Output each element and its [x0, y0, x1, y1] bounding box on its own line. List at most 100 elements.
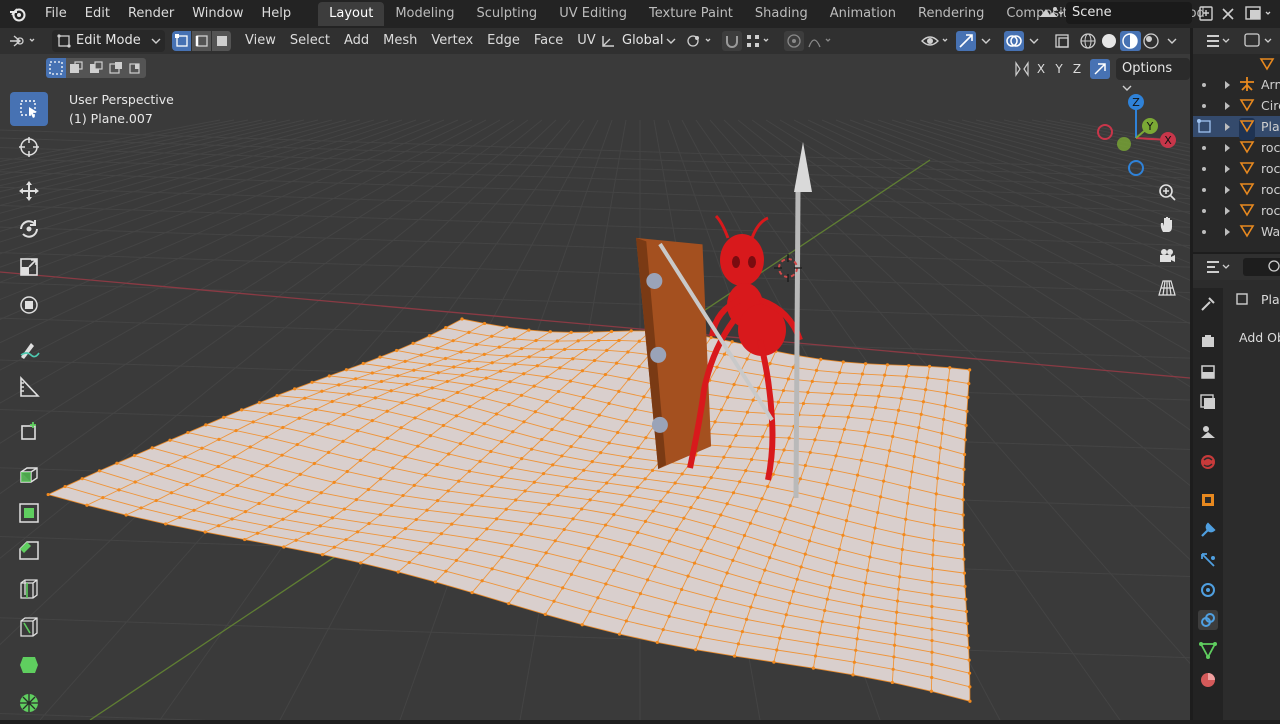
output-properties-icon[interactable] — [1198, 362, 1218, 382]
chevron-down-icon[interactable] — [1026, 31, 1042, 51]
view-layer-properties-icon[interactable] — [1198, 392, 1218, 412]
mirror-y-toggle[interactable]: Y — [1050, 59, 1068, 79]
knife-tool[interactable] — [10, 610, 48, 644]
outliner-item[interactable]: Wal — [1193, 221, 1280, 242]
outliner-item[interactable]: rock — [1193, 179, 1280, 200]
extrude-tool[interactable] — [10, 458, 48, 492]
solid-shading-icon[interactable] — [1099, 31, 1120, 51]
mode-dropdown[interactable]: Edit Mode — [52, 30, 165, 52]
cursor-tool[interactable] — [10, 130, 48, 164]
measure-tool[interactable] — [10, 370, 48, 404]
inset-tool[interactable] — [10, 496, 48, 530]
add-object-constraint-button[interactable]: Add Obj — [1239, 330, 1280, 345]
new-scene-icon[interactable] — [1194, 3, 1218, 25]
select-new-icon[interactable] — [46, 58, 66, 78]
wireframe-shading-icon[interactable] — [1078, 31, 1099, 51]
render-properties-icon[interactable] — [1198, 332, 1218, 352]
tab-animation[interactable]: Animation — [819, 2, 907, 26]
proportional-edit-icon[interactable] — [784, 31, 804, 51]
menu-face[interactable]: Face — [527, 30, 570, 52]
scene-properties-icon[interactable] — [1198, 422, 1218, 442]
data-properties-icon[interactable] — [1198, 640, 1218, 660]
blender-logo-icon[interactable] — [0, 0, 36, 28]
pivot-point-icon[interactable] — [684, 31, 716, 51]
3d-viewport[interactable]: User Perspective (1) Plane.007 X Y Z Opt… — [0, 54, 1190, 720]
mirror-icon[interactable] — [1012, 59, 1032, 79]
tab-uv-editing[interactable]: UV Editing — [548, 2, 638, 26]
transform-tool[interactable] — [10, 288, 48, 322]
view-layer-icon[interactable] — [1242, 3, 1271, 25]
annotate-tool[interactable] — [10, 332, 48, 366]
menu-add[interactable]: Add — [337, 30, 376, 52]
constraints-properties-icon[interactable] — [1198, 610, 1218, 630]
camera-view-icon[interactable] — [1153, 242, 1181, 270]
snap-toggle-icon[interactable] — [722, 31, 742, 51]
visibility-dot-icon[interactable] — [1201, 221, 1207, 248]
outliner-item[interactable]: rock — [1193, 158, 1280, 179]
mirror-x-toggle[interactable]: X — [1032, 59, 1050, 79]
menu-edit[interactable]: Edit — [76, 0, 119, 28]
snap-target-icon[interactable] — [744, 31, 774, 51]
edge-select-button[interactable] — [192, 31, 212, 51]
menu-window[interactable]: Window — [183, 0, 252, 28]
xray-toggle-icon[interactable] — [1052, 31, 1072, 51]
tab-shading[interactable]: Shading — [744, 2, 819, 26]
rendered-shading-icon[interactable] — [1141, 31, 1162, 51]
outliner-item[interactable]: Arm — [1193, 74, 1280, 95]
overlays-toggle-icon[interactable] — [1004, 31, 1024, 51]
tab-modeling[interactable]: Modeling — [384, 2, 465, 26]
navigation-gizmo[interactable]: Z X Y — [1090, 90, 1186, 180]
zoom-icon[interactable] — [1153, 178, 1181, 206]
menu-view[interactable]: View — [238, 30, 283, 52]
options-dropdown[interactable]: Options — [1116, 58, 1190, 91]
auto-merge-icon[interactable] — [1090, 59, 1110, 79]
particles-properties-icon[interactable] — [1198, 550, 1218, 570]
menu-render[interactable]: Render — [119, 0, 183, 28]
menu-file[interactable]: File — [36, 0, 76, 28]
visibility-icon[interactable] — [920, 31, 952, 51]
falloff-icon[interactable] — [806, 31, 836, 51]
scene-icon[interactable] — [1036, 3, 1064, 25]
poly-build-tool[interactable] — [10, 648, 48, 682]
tab-sculpting[interactable]: Sculpting — [465, 2, 548, 26]
select-extend-icon[interactable] — [66, 58, 86, 78]
loop-cut-tool[interactable] — [10, 572, 48, 606]
chevron-down-icon[interactable] — [1164, 31, 1180, 51]
select-box-tool[interactable] — [10, 92, 48, 126]
move-tool[interactable] — [10, 174, 48, 208]
menu-edge[interactable]: Edge — [480, 30, 527, 52]
material-properties-icon[interactable] — [1198, 670, 1218, 690]
physics-properties-icon[interactable] — [1198, 580, 1218, 600]
select-subtract-icon[interactable] — [86, 58, 106, 78]
expand-arrow-icon[interactable] — [1223, 221, 1233, 248]
chevron-down-icon[interactable] — [978, 31, 994, 51]
transform-orientation-dropdown[interactable]: Global — [596, 30, 678, 52]
pan-hand-icon[interactable] — [1153, 210, 1181, 238]
rotate-tool[interactable] — [10, 212, 48, 246]
bevel-tool[interactable] — [10, 534, 48, 568]
outliner-item[interactable]: Plar — [1193, 116, 1280, 140]
material-shading-icon[interactable] — [1120, 31, 1141, 51]
menu-mesh[interactable]: Mesh — [376, 30, 424, 52]
scale-tool[interactable] — [10, 250, 48, 284]
perspective-toggle-icon[interactable] — [1153, 274, 1181, 302]
menu-help[interactable]: Help — [253, 0, 301, 28]
mirror-z-toggle[interactable]: Z — [1068, 59, 1086, 79]
select-difference-icon[interactable] — [106, 58, 126, 78]
outliner-item[interactable]: rock — [1193, 200, 1280, 221]
tab-texture-paint[interactable]: Texture Paint — [638, 2, 744, 26]
add-cube-tool[interactable] — [10, 414, 48, 448]
tab-rendering[interactable]: Rendering — [907, 2, 995, 26]
tab-layout[interactable]: Layout — [318, 2, 385, 26]
scene-field[interactable]: Scene — [1066, 2, 1192, 24]
outliner-item[interactable]: rock — [1193, 137, 1280, 158]
tool-properties-icon[interactable] — [1198, 294, 1218, 314]
spin-tool[interactable] — [10, 686, 48, 720]
menu-vertex[interactable]: Vertex — [424, 30, 480, 52]
face-select-button[interactable] — [212, 31, 232, 51]
editor-type-icon[interactable] — [0, 30, 48, 52]
menu-select[interactable]: Select — [283, 30, 337, 52]
gizmo-toggle-icon[interactable] — [956, 31, 976, 51]
object-properties-icon[interactable] — [1198, 490, 1218, 510]
delete-scene-icon[interactable] — [1216, 3, 1240, 25]
